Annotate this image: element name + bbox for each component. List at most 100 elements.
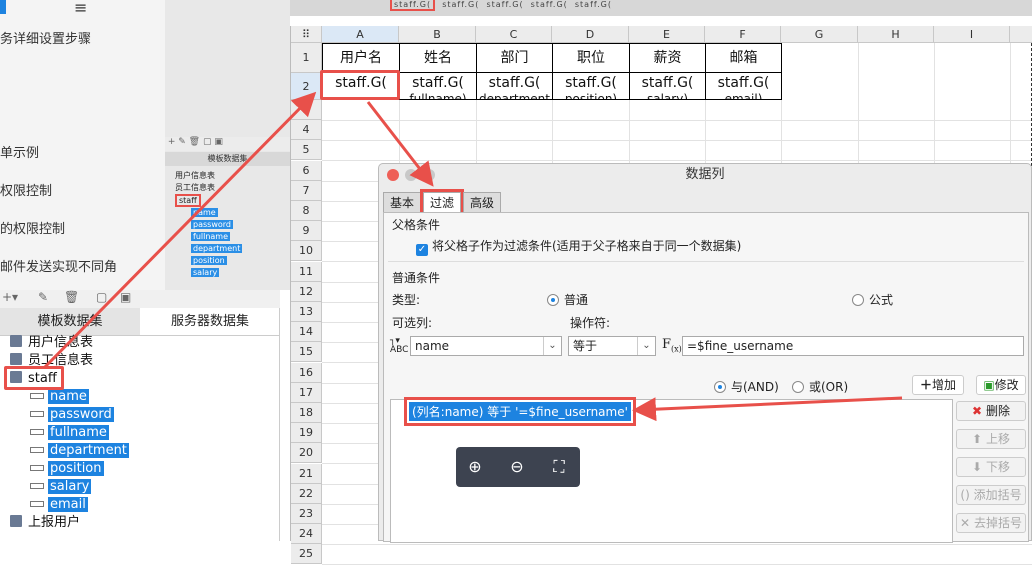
cell-e1[interactable]: 薪资 (629, 43, 706, 73)
field-item[interactable]: password (30, 406, 114, 424)
row-header[interactable]: 15 (291, 342, 322, 363)
operator-select[interactable]: 等于 ⌄ (568, 336, 656, 356)
col-header-c[interactable]: C (476, 26, 552, 43)
col-header-e[interactable]: E (629, 26, 705, 43)
row-header[interactable]: 8 (291, 201, 322, 221)
row-header[interactable]: 16 (291, 362, 322, 383)
delete-button[interactable]: ✖ 删除 (956, 401, 1026, 421)
row-header[interactable]: 11 (291, 261, 322, 282)
formula-icon[interactable]: F(x) (662, 337, 682, 354)
tab-basic[interactable]: 基本 (383, 192, 422, 212)
remove-bracket-button[interactable]: ✕ 去掉括号 (956, 513, 1026, 533)
dataset-item[interactable]: 用户信息表 (10, 334, 93, 352)
close-button[interactable] (387, 169, 399, 181)
col-header-f[interactable]: F (705, 26, 781, 43)
tab-template-dataset[interactable]: 模板数据集 (0, 308, 140, 335)
cell-e2[interactable]: staff.G(salary) (629, 72, 706, 100)
cell-a1[interactable]: 用户名 (322, 43, 400, 73)
type-normal-radio[interactable]: 普通 (547, 291, 588, 308)
col-header-i[interactable]: I (934, 26, 1010, 43)
row-header[interactable]: 7 (291, 180, 322, 201)
cell-c1[interactable]: 部门 (476, 43, 553, 73)
cell-f1[interactable]: 邮箱 (705, 43, 782, 73)
doc-line[interactable]: 务详细设置步骤 (0, 28, 91, 47)
row-header[interactable]: 17 (291, 382, 322, 403)
row-header[interactable]: 24 (291, 524, 322, 545)
maximize-button[interactable] (423, 169, 435, 181)
cell-d2-text: staff.G( (565, 75, 617, 91)
parent-checkbox[interactable]: ✓ 将父格子作为过滤条件(适用于父子格来自于同一个数据集) (416, 237, 741, 256)
row-header[interactable]: 1 (291, 43, 322, 73)
delete-icon[interactable]: 🗑 (64, 290, 79, 304)
doc-line[interactable]: 单示例 (0, 142, 39, 161)
row-header[interactable]: 20 (291, 443, 322, 464)
row-header[interactable]: 5 (291, 140, 322, 161)
cell-f2[interactable]: staff.G(email) (705, 72, 782, 100)
value-input[interactable]: =$fine_username (682, 336, 1024, 356)
row-header[interactable]: 12 (291, 281, 322, 302)
row-header[interactable]: 6 (291, 160, 322, 181)
row-header[interactable]: 13 (291, 302, 322, 322)
move-up-button[interactable]: ⬆ 上移 (956, 429, 1026, 449)
column-select[interactable]: name ⌄ (410, 336, 562, 356)
row-header[interactable]: 21 (291, 463, 322, 484)
col-header-a[interactable]: A (322, 26, 399, 43)
row-header[interactable]: 2 (291, 73, 322, 100)
cell-d1[interactable]: 职位 (552, 43, 630, 73)
row-header[interactable]: 4 (291, 120, 322, 141)
zoom-out-icon[interactable]: ⊖ (507, 457, 527, 477)
menu-icon[interactable]: ≡ (74, 0, 87, 17)
modify-button[interactable]: ▣修改 (976, 375, 1026, 395)
cell-d2[interactable]: staff.G(position) (552, 72, 630, 100)
col-header-g[interactable]: G (781, 26, 858, 43)
field-item[interactable]: fullname (30, 424, 109, 442)
field-item[interactable]: email (30, 496, 88, 514)
dataset-item[interactable]: 上报用户 (10, 514, 80, 532)
row-header[interactable]: 10 (291, 241, 322, 262)
add-icon[interactable]: +▾ (2, 290, 18, 304)
add-bracket-button[interactable]: () 添加括号 (956, 485, 1026, 505)
corner-cell[interactable]: ⠿ (291, 26, 322, 43)
refresh-icon[interactable]: ▣ (120, 290, 131, 304)
and-radio[interactable]: 与(AND) (714, 378, 779, 395)
tab-advanced[interactable]: 高级 (463, 192, 502, 212)
edit-icon[interactable]: ✎ (38, 290, 48, 304)
row-header[interactable]: 9 (291, 221, 322, 242)
check-icon[interactable]: ✓ (416, 244, 428, 256)
field-item[interactable]: salary (30, 478, 92, 496)
preview-icon[interactable]: ▢ (96, 290, 107, 304)
row-header[interactable]: 18 (291, 403, 322, 423)
cell-b1[interactable]: 姓名 (399, 43, 477, 73)
fit-screen-icon[interactable]: ⛶ (549, 457, 569, 477)
zoom-in-icon[interactable]: ⊕ (465, 457, 485, 477)
parent-section-title: 父格条件 (392, 218, 441, 232)
tab-filter[interactable]: 过滤 (420, 189, 465, 215)
col-header-d[interactable]: D (552, 26, 629, 43)
field-item[interactable]: position (30, 460, 104, 478)
col-header-h[interactable]: H (858, 26, 934, 43)
move-up-label: 上移 (985, 432, 1010, 446)
col-header-b[interactable]: B (399, 26, 476, 43)
row-header[interactable]: 14 (291, 322, 322, 343)
row-header[interactable]: 25 (291, 544, 322, 565)
field-item[interactable]: department (30, 442, 129, 460)
field-item[interactable]: name (30, 388, 89, 406)
minimize-button[interactable] (405, 169, 417, 181)
add-button[interactable]: ＋增加 (912, 375, 964, 395)
row-header[interactable]: 23 (291, 504, 322, 524)
move-down-button[interactable]: ⬇ 下移 (956, 457, 1026, 477)
doc-line[interactable]: 邮件发送实现不同角 (0, 256, 117, 275)
condition-item[interactable]: (列名:name) 等于 '=$fine_username' (404, 397, 636, 426)
mini-top-cell: staff.G( (574, 0, 612, 9)
row-header[interactable]: 22 (291, 483, 322, 504)
row-header[interactable]: 3 (291, 100, 322, 120)
doc-line[interactable]: 权限控制 (0, 180, 52, 199)
row-header[interactable]: 19 (291, 423, 322, 444)
tab-server-dataset[interactable]: 服务器数据集 (140, 308, 280, 335)
type-formula-radio[interactable]: 公式 (852, 291, 893, 308)
doc-line[interactable]: 的权限控制 (0, 218, 65, 237)
or-radio[interactable]: 或(OR) (792, 378, 848, 395)
field-label: fullname (48, 425, 109, 440)
cell-c2[interactable]: staff.G(department (476, 72, 553, 100)
cell-b2[interactable]: staff.G(fullname) (399, 72, 477, 100)
